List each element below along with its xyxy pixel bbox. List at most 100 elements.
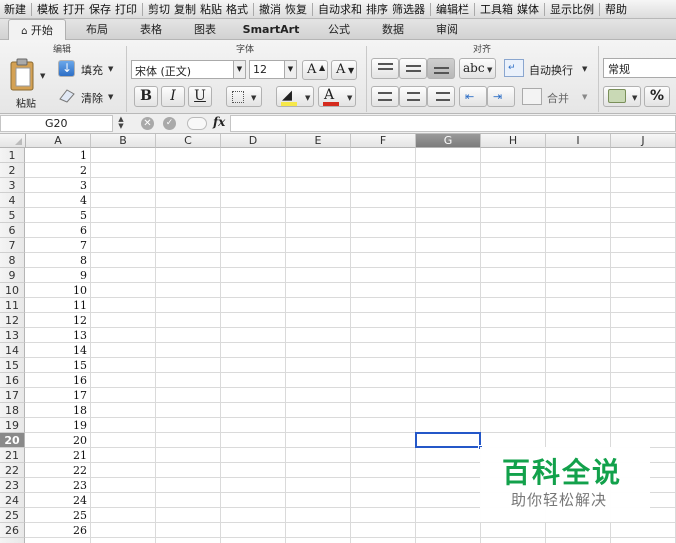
- toolbar-button[interactable]: 筛选器: [390, 1, 427, 17]
- function-wizard-icon[interactable]: [187, 117, 207, 130]
- row-header[interactable]: 1: [0, 148, 25, 163]
- cell-a-value[interactable]: 1: [26, 148, 90, 163]
- cell-a-value[interactable]: 24: [26, 493, 90, 508]
- toolbar-button[interactable]: 排序: [364, 1, 390, 17]
- cell-a-value[interactable]: 23: [26, 478, 90, 493]
- formula-input[interactable]: [230, 115, 676, 132]
- paste-dropdown-icon[interactable]: ▼: [40, 72, 45, 80]
- column-header[interactable]: C: [156, 134, 221, 148]
- decrease-indent-button[interactable]: ⇤: [459, 86, 487, 107]
- font-color-button[interactable]: A ▼: [318, 86, 356, 107]
- column-header[interactable]: D: [221, 134, 286, 148]
- row-header[interactable]: 7: [0, 238, 25, 253]
- cell-a-value[interactable]: 7: [26, 238, 90, 253]
- cell-a-value[interactable]: 2: [26, 163, 90, 178]
- cell-a-value[interactable]: 3: [26, 178, 90, 193]
- italic-button[interactable]: I: [161, 86, 185, 107]
- selected-cell[interactable]: [415, 432, 481, 448]
- row-header[interactable]: 13: [0, 328, 25, 343]
- align-middle-button[interactable]: [399, 58, 427, 79]
- column-header[interactable]: H: [481, 134, 546, 148]
- row-header[interactable]: 18: [0, 403, 25, 418]
- row-header[interactable]: 5: [0, 208, 25, 223]
- toolbar-button[interactable]: 粘贴: [198, 1, 224, 17]
- merge-button[interactable]: 合并: [547, 90, 569, 106]
- cell-a-value[interactable]: 18: [26, 403, 90, 418]
- confirm-icon[interactable]: ✓: [163, 117, 176, 130]
- fill-down-icon[interactable]: ↓: [58, 60, 75, 77]
- tab-layout[interactable]: 布局: [76, 19, 118, 40]
- cell-a-value[interactable]: 16: [26, 373, 90, 388]
- name-box-stepper[interactable]: ▲ ▼: [115, 116, 127, 131]
- text-orientation-button[interactable]: abc ▼: [459, 58, 496, 79]
- borders-button[interactable]: ▼: [226, 86, 262, 107]
- column-header[interactable]: J: [611, 134, 676, 148]
- row-header[interactable]: 20: [0, 433, 25, 448]
- align-bottom-button[interactable]: [427, 58, 455, 79]
- row-header[interactable]: 24: [0, 493, 25, 508]
- align-left-button[interactable]: [371, 86, 399, 107]
- cell-a-value[interactable]: 21: [26, 448, 90, 463]
- tab-review[interactable]: 审阅: [426, 19, 468, 40]
- row-header[interactable]: 23: [0, 478, 25, 493]
- paste-button[interactable]: [8, 56, 38, 92]
- row-header[interactable]: 8: [0, 253, 25, 268]
- row-header[interactable]: 26: [0, 523, 25, 538]
- shrink-font-button[interactable]: A ▼: [331, 60, 357, 80]
- row-header[interactable]: 22: [0, 463, 25, 478]
- grow-font-button[interactable]: A ▲: [302, 60, 328, 80]
- cell-a-value[interactable]: 6: [26, 223, 90, 238]
- currency-format-button[interactable]: ▼: [603, 86, 641, 107]
- toolbar-button[interactable]: 帮助: [603, 1, 629, 17]
- cell-a-value[interactable]: 4: [26, 193, 90, 208]
- cell-a-value[interactable]: 26: [26, 523, 90, 538]
- toolbar-button[interactable]: 媒体: [515, 1, 541, 17]
- cell-a-value[interactable]: 19: [26, 418, 90, 433]
- merge-icon[interactable]: [522, 88, 542, 105]
- tab-smartart[interactable]: SmartArt: [238, 19, 304, 40]
- row-header[interactable]: 3: [0, 178, 25, 193]
- name-box[interactable]: G20: [0, 115, 113, 132]
- toolbar-button[interactable]: 恢复: [283, 1, 309, 17]
- column-header[interactable]: F: [351, 134, 416, 148]
- clear-dropdown-icon[interactable]: ▼: [108, 93, 113, 101]
- tab-tables[interactable]: 表格: [130, 19, 172, 40]
- toolbar-button[interactable]: 复制: [172, 1, 198, 17]
- wrap-text-dropdown-icon[interactable]: ▼: [582, 65, 587, 73]
- fill-dropdown-icon[interactable]: ▼: [108, 65, 113, 73]
- eraser-icon[interactable]: [58, 87, 76, 103]
- row-header[interactable]: 12: [0, 313, 25, 328]
- align-top-button[interactable]: [371, 58, 399, 79]
- tab-data[interactable]: 数据: [372, 19, 414, 40]
- fill-color-button[interactable]: ◢ ▼: [276, 86, 314, 107]
- row-header[interactable]: 14: [0, 343, 25, 358]
- cell-a-value[interactable]: 5: [26, 208, 90, 223]
- toolbar-button[interactable]: 自动求和: [316, 1, 364, 17]
- toolbar-button[interactable]: 撤消: [257, 1, 283, 17]
- row-header[interactable]: 9: [0, 268, 25, 283]
- bold-button[interactable]: B: [134, 86, 158, 107]
- row-header[interactable]: 19: [0, 418, 25, 433]
- row-header[interactable]: 10: [0, 283, 25, 298]
- cell-a-value[interactable]: 17: [26, 388, 90, 403]
- row-header[interactable]: 16: [0, 373, 25, 388]
- cell-a-value[interactable]: 10: [26, 283, 90, 298]
- row-header[interactable]: 17: [0, 388, 25, 403]
- select-all-corner[interactable]: [0, 134, 26, 148]
- column-header[interactable]: G: [416, 134, 481, 148]
- toolbar-button[interactable]: 编辑栏: [434, 1, 471, 17]
- cell-a-value[interactable]: 11: [26, 298, 90, 313]
- cell-a-value[interactable]: 13: [26, 328, 90, 343]
- row-header[interactable]: 21: [0, 448, 25, 463]
- number-format-select[interactable]: 常规: [603, 58, 676, 78]
- toolbar-button[interactable]: 格式: [224, 1, 250, 17]
- toolbar-button[interactable]: 剪切: [146, 1, 172, 17]
- cell-a-value[interactable]: 20: [26, 433, 90, 448]
- fill-button[interactable]: 填充: [81, 62, 103, 78]
- align-center-button[interactable]: [399, 86, 427, 107]
- clear-button[interactable]: 清除: [81, 90, 103, 106]
- toolbar-button[interactable]: 显示比例: [548, 1, 596, 17]
- row-header[interactable]: 4: [0, 193, 25, 208]
- cell-a-value[interactable]: 9: [26, 268, 90, 283]
- tab-home[interactable]: ⌂ 开始: [8, 19, 66, 41]
